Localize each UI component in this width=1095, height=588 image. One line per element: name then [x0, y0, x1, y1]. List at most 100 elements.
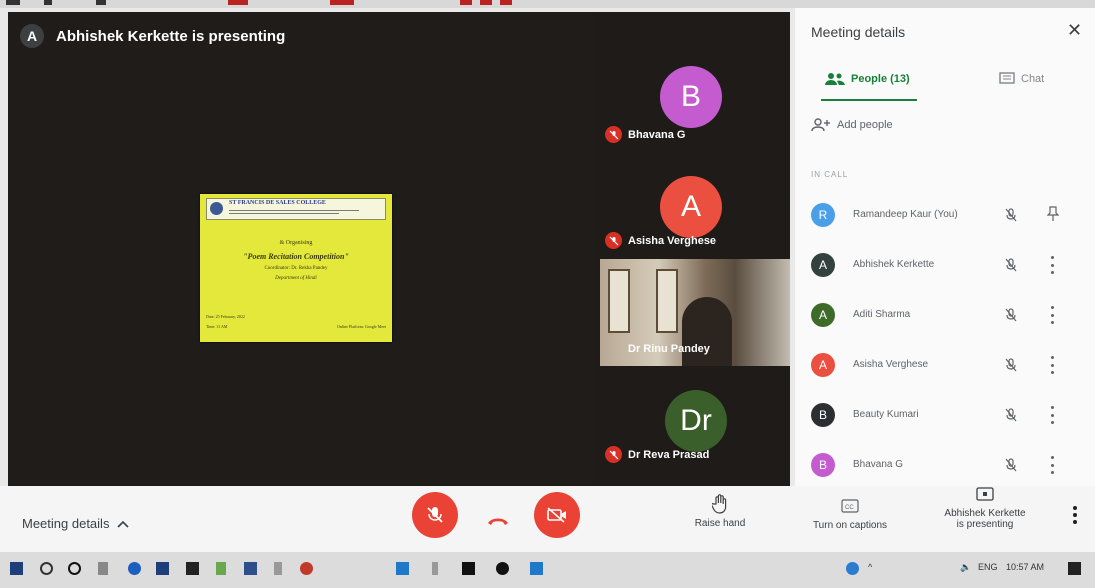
divider [229, 210, 359, 211]
participant-name: Beauty Kumari [853, 409, 919, 420]
app-icon [330, 0, 354, 5]
notification-icon[interactable] [1068, 562, 1081, 575]
captions-button[interactable]: CC Turn on captions [800, 496, 900, 531]
meeting-details-panel: Meeting details ✕ People (13) Chat Add p… [795, 8, 1095, 486]
chrome-icon[interactable] [300, 562, 313, 575]
phone-hangup-icon [488, 518, 508, 525]
tile-nametag: Bhavana G [605, 126, 685, 143]
app-icon[interactable] [462, 562, 475, 575]
app-icon[interactable] [244, 562, 257, 575]
presenting-name: Abhishek Kerkette [944, 508, 1026, 519]
participant-row[interactable]: A Aditi Sharma [811, 298, 1079, 332]
slide-organising: & Organising [279, 240, 313, 246]
chevron-up-icon[interactable]: ^ [868, 562, 872, 572]
active-tab-indicator [821, 99, 917, 101]
captions-label: Turn on captions [812, 520, 888, 531]
mic-off-icon [1005, 208, 1017, 222]
window [608, 269, 630, 333]
mic-off-icon [1005, 458, 1017, 472]
presentation-stage: A Abhishek Kerkette is presenting ST FRA… [8, 12, 790, 486]
more-options-icon[interactable] [1049, 256, 1055, 274]
meeting-details-button[interactable]: Meeting details [22, 516, 130, 531]
participant-avatar: A [811, 303, 835, 327]
app-icon[interactable] [396, 562, 409, 575]
tile-name: Dr Reva Prasad [628, 448, 710, 461]
mic-off-icon [1005, 408, 1017, 422]
more-options-icon[interactable] [1049, 306, 1055, 324]
tab-people[interactable]: People (13) [825, 72, 910, 86]
raise-hand-label: Raise hand [694, 518, 746, 529]
people-icon [825, 73, 845, 85]
participant-name: Abhishek Kerkette [853, 259, 935, 270]
tile-nametag: Asisha Verghese [605, 232, 716, 249]
presenting-text: Abhishek Kerkette is presenting [56, 27, 286, 45]
participant-avatar: A [811, 253, 835, 277]
mic-off-icon [605, 126, 622, 143]
add-people-button[interactable]: Add people [811, 118, 893, 132]
participant-row[interactable]: B Bhavana G [811, 448, 1079, 482]
network-icon[interactable] [846, 562, 859, 575]
participant-avatar: B [811, 453, 835, 477]
camera-toggle-button[interactable] [534, 492, 580, 538]
tile-name: Dr Rinu Pandey [628, 343, 710, 355]
mic-toggle-button[interactable] [412, 492, 458, 538]
tab-chat[interactable]: Chat [999, 72, 1044, 86]
participant-row[interactable]: B Beauty Kumari [811, 398, 1079, 432]
app-icon [500, 0, 512, 5]
app-icon[interactable] [156, 562, 169, 575]
tile-nametag: Dr Reva Prasad [605, 446, 709, 463]
participant-row[interactable]: A Asisha Verghese [811, 348, 1079, 382]
participant-row[interactable]: A Abhishek Kerkette [811, 248, 1079, 282]
slide-footer: Online Platform: Google Meet [337, 324, 386, 329]
edge-icon[interactable] [128, 562, 141, 575]
search-icon[interactable] [40, 562, 53, 575]
mic-off-icon [1005, 258, 1017, 272]
presenting-status-button[interactable]: Abhishek Kerkette is presenting [930, 484, 1040, 530]
participant-video [682, 297, 732, 366]
app-icon [460, 0, 472, 5]
app-icon [44, 0, 52, 5]
app-icon[interactable] [432, 562, 438, 575]
app-icon[interactable] [496, 562, 509, 575]
close-icon[interactable]: ✕ [1067, 20, 1082, 41]
participant-name: Asisha Verghese [853, 359, 929, 370]
tile-avatar: B [660, 66, 722, 128]
app-icon [96, 0, 106, 5]
tile-name: Asisha Verghese [628, 234, 717, 247]
in-call-heading: IN CALL [811, 170, 849, 179]
browser-strip [0, 0, 1095, 8]
participant-avatar: A [811, 353, 835, 377]
speaker-icon[interactable]: 🔈 [960, 562, 971, 573]
language-indicator[interactable]: ENG [978, 562, 998, 572]
store-icon[interactable] [186, 562, 199, 575]
tile-name: Bhavana G [628, 128, 686, 141]
more-options-icon[interactable] [1072, 506, 1078, 524]
app-icon[interactable] [530, 562, 543, 575]
app-icon [6, 0, 20, 5]
cortana-icon[interactable] [68, 562, 81, 575]
slide-title: "Poem Recitation Competition" [243, 252, 349, 261]
svg-text:CC: CC [845, 505, 854, 511]
app-icon[interactable] [216, 562, 226, 575]
slide-date: Date: 25 February, 2022 [206, 314, 245, 319]
more-options-icon[interactable] [1049, 456, 1055, 474]
hang-up-button[interactable] [487, 513, 509, 525]
slide-department: Department of Hindi [275, 276, 317, 281]
participant-row[interactable]: R Ramandeep Kaur (You) [811, 198, 1079, 232]
clock[interactable]: 10:57 AM [1006, 562, 1044, 572]
mic-off-icon [1005, 358, 1017, 372]
slide-header: ST FRANCIS DE SALES COLLEGE [206, 198, 386, 220]
tab-people-label: People (13) [851, 73, 910, 85]
app-icon[interactable] [274, 562, 282, 575]
slide-coordinator: Coordinator: Dr. Rekha Pandey [264, 266, 328, 271]
task-view-icon[interactable] [98, 562, 108, 575]
pin-icon[interactable] [1047, 206, 1059, 222]
shared-slide: ST FRANCIS DE SALES COLLEGE & Organising… [200, 194, 392, 342]
app-icon [480, 0, 492, 5]
present-screen-icon [975, 484, 995, 504]
raise-hand-button[interactable]: Raise hand [690, 494, 750, 529]
windows-start-icon[interactable] [10, 562, 23, 575]
more-options-icon[interactable] [1049, 356, 1055, 374]
more-options-icon[interactable] [1049, 406, 1055, 424]
add-person-icon [811, 118, 830, 132]
